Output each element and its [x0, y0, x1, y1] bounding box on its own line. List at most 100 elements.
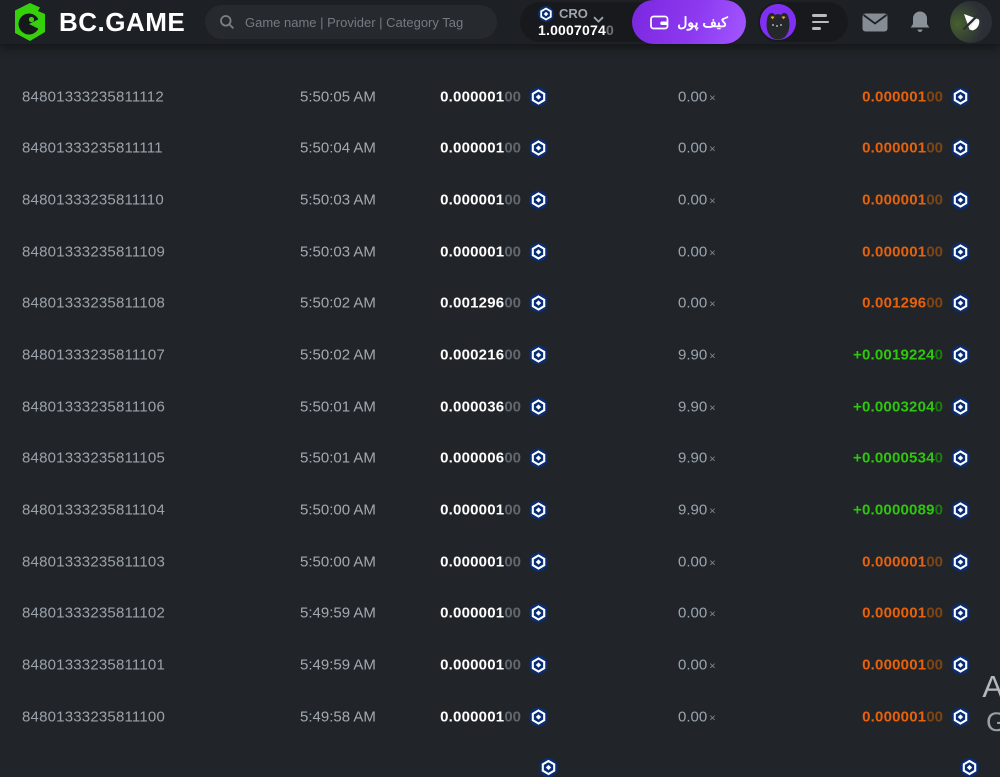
bet-amount: 0.000001 00 — [440, 138, 548, 158]
bet-row[interactable]: 84801333235811108 5:50:02 AM 0.001296 00 0.0… — [0, 278, 1000, 330]
brand-name: BC.GAME — [59, 7, 186, 37]
brand-logo[interactable]: BC.GAME — [10, 2, 185, 42]
bet-profit: 0.000001 00 — [862, 242, 970, 262]
bet-profit: 0.001296 00 — [862, 293, 970, 313]
watermark-letter-a: A — [982, 669, 1000, 704]
bet-amount: 0.000001 00 — [440, 190, 548, 210]
bet-row[interactable]: 84801333235811112 5:50:05 AM 0.000001 00 0.0… — [0, 71, 1000, 123]
mail-icon[interactable] — [862, 13, 888, 37]
bet-multiplier: 9.90 × — [678, 449, 716, 467]
top-header: BC.GAME CRO — [0, 0, 1000, 44]
bet-id: 84801333235811105 — [22, 449, 165, 467]
bet-profit: +0.0019224 0 — [853, 345, 970, 365]
bet-amount: 0.000001 00 — [440, 655, 548, 675]
bet-amount: 0.000001 00 — [440, 707, 548, 727]
bet-amount: 0.000001 00 — [440, 500, 548, 520]
bet-profit: 0.000001 00 — [862, 603, 970, 623]
bet-history-table: 84801333235811112 5:50:05 AM 0.000001 00 0.0… — [0, 25, 1000, 777]
bet-row[interactable]: 84801333235811105 5:50:01 AM 0.000006 00 9.9… — [0, 433, 1000, 485]
bet-id: 84801333235811110 — [22, 191, 164, 209]
currency-label: CRO — [559, 6, 588, 21]
search-input[interactable] — [243, 13, 487, 31]
chevron-down-icon — [593, 10, 604, 23]
bet-multiplier: 9.90 × — [678, 501, 716, 519]
search-icon — [219, 14, 235, 30]
bet-multiplier: 9.90 × — [678, 346, 716, 364]
bet-time: 5:49:58 AM — [300, 708, 376, 726]
bet-time: 5:50:02 AM — [300, 346, 376, 364]
bet-multiplier: 0.00 × — [678, 243, 716, 261]
bet-id: 84801333235811103 — [22, 553, 165, 571]
bet-time: 5:49:59 AM — [300, 604, 376, 622]
game-search-bar[interactable] — [205, 5, 497, 39]
bet-id: 84801333235811104 — [22, 501, 165, 519]
bet-row[interactable]: 84801333235811111 5:50:04 AM 0.000001 00 0.0… — [0, 123, 1000, 175]
bet-id: 84801333235811109 — [22, 243, 165, 261]
bet-row[interactable]: 84801333235811100 5:49:58 AM 0.000001 00 0.0… — [0, 691, 1000, 743]
bet-id: 84801333235811112 — [22, 88, 164, 106]
bet-multiplier: 0.00 × — [678, 553, 716, 571]
bet-profit: 0.000001 00 — [862, 138, 970, 158]
bet-time: 5:50:03 AM — [300, 243, 376, 261]
bet-profit: 0.000001 00 — [862, 87, 970, 107]
bet-time: 5:50:04 AM — [300, 139, 376, 157]
bet-time: 5:50:02 AM — [300, 294, 376, 312]
bc-game-shield-icon — [10, 2, 50, 42]
wallet-button[interactable]: کیف پول — [632, 0, 746, 44]
balance-amount-dim: 0 — [605, 22, 614, 38]
bet-amount: 0.000001 00 — [440, 242, 548, 262]
bet-row[interactable]: 84801333235811107 5:50:02 AM 0.000216 00 9.9… — [0, 329, 1000, 381]
bet-id: 84801333235811106 — [22, 398, 165, 416]
bet-amount: 0.000006 00 — [440, 448, 548, 468]
bet-row[interactable]: 84801333235811110 5:50:03 AM 0.000001 00 0.0… — [0, 174, 1000, 226]
bet-multiplier: 0.00 × — [678, 604, 716, 622]
bet-multiplier: 0.00 × — [678, 88, 716, 106]
bell-icon[interactable] — [909, 10, 931, 39]
bet-profit: 0.000001 00 — [862, 707, 970, 727]
cro-coin-icon — [538, 5, 554, 22]
bet-time: 5:50:05 AM — [300, 88, 376, 106]
bet-multiplier: 0.00 × — [678, 708, 716, 726]
bet-id: 84801333235811102 — [22, 604, 165, 622]
bet-time: 5:50:00 AM — [300, 553, 376, 571]
profile-group — [758, 2, 848, 42]
wallet-icon — [650, 14, 669, 30]
bet-id: 84801333235811108 — [22, 294, 165, 312]
bet-row[interactable]: 84801333235811102 5:49:59 AM 0.000001 00 0.0… — [0, 588, 1000, 640]
bet-row[interactable]: 84801333235811106 5:50:01 AM 0.000036 00 9.9… — [0, 381, 1000, 433]
watermark-letter-g: G — [985, 707, 1000, 737]
bet-id: 84801333235811111 — [22, 139, 163, 157]
bet-profit: +0.0003204 0 — [853, 397, 970, 417]
bet-row[interactable]: 84801333235811101 5:49:59 AM 0.000001 00 0.0… — [0, 639, 1000, 691]
user-avatar[interactable] — [760, 4, 796, 40]
menu-icon[interactable] — [812, 14, 829, 30]
bet-profit: 0.000001 00 — [862, 552, 970, 572]
bet-row[interactable]: 84801333235811104 5:50:00 AM 0.000001 00 9.9… — [0, 484, 1000, 536]
bet-row[interactable]: 84801333235811103 5:50:00 AM 0.000001 00 0.0… — [0, 536, 1000, 588]
bet-amount: 0.000001 00 — [440, 603, 548, 623]
bet-time: 5:49:59 AM — [300, 656, 376, 674]
bet-multiplier: 0.00 × — [678, 656, 716, 674]
bet-row[interactable]: 84801333235811109 5:50:03 AM 0.000001 00 0.0… — [0, 226, 1000, 278]
bet-multiplier: 0.00 × — [678, 191, 716, 209]
bet-id: 84801333235811101 — [22, 656, 165, 674]
bet-amount: 0.000001 00 — [440, 87, 548, 107]
bet-multiplier: 0.00 × — [678, 294, 716, 312]
chat-disabled-icon[interactable] — [950, 1, 992, 43]
bet-profit: +0.0000089 0 — [853, 500, 970, 520]
bet-profit: +0.0000534 0 — [853, 448, 970, 468]
balance-display[interactable]: CRO 1.0007074 0 — [538, 5, 614, 40]
bet-amount: 0.000036 00 — [440, 397, 548, 417]
bet-amount: 0.001296 00 — [440, 293, 548, 313]
bet-amount: 0.000001 00 — [440, 552, 548, 572]
bet-multiplier: 9.90 × — [678, 398, 716, 416]
balance-amount: 1.0007074 — [538, 22, 606, 38]
bet-amount: 0.000216 00 — [440, 345, 548, 365]
bet-profit: 0.000001 00 — [862, 655, 970, 675]
bet-time: 5:50:01 AM — [300, 449, 376, 467]
bet-time: 5:50:03 AM — [300, 191, 376, 209]
bet-time: 5:50:00 AM — [300, 501, 376, 519]
bet-id: 84801333235811100 — [22, 708, 165, 726]
bet-profit: 0.000001 00 — [862, 190, 970, 210]
bet-multiplier: 0.00 × — [678, 139, 716, 157]
